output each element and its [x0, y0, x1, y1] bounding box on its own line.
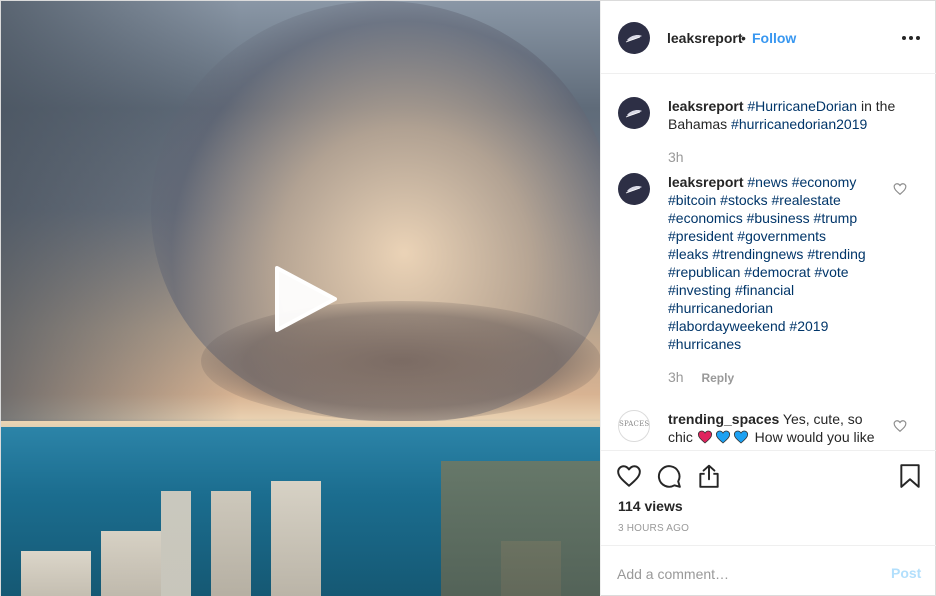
hashtag-link[interactable]: #president — [668, 228, 733, 244]
hashtag-link[interactable]: #trump — [814, 210, 858, 226]
hashtag-link[interactable]: #realestate — [772, 192, 841, 208]
hashtag-link[interactable]: #economics — [668, 210, 743, 226]
add-comment-bar: Post — [601, 545, 936, 596]
comment-username[interactable]: trending_spaces — [668, 411, 779, 427]
follow-button[interactable]: Follow — [752, 30, 796, 46]
hashtag-link[interactable]: #2019 — [789, 318, 828, 334]
post-actions: 114 views 3 HOURS AGO — [601, 450, 936, 545]
blue-heart-emoji-icon — [715, 430, 730, 444]
hashtag-link[interactable]: #stocks — [720, 192, 767, 208]
hashtag-link[interactable]: #financial — [735, 282, 794, 298]
hashtag-link[interactable]: #bitcoin — [668, 192, 716, 208]
hashtag-link[interactable]: #trendingnews — [712, 246, 803, 262]
hashtag-link[interactable]: #trending — [807, 246, 865, 262]
comment-body: #news #economy #bitcoin #stocks #realest… — [668, 174, 866, 352]
post-sidebar: leaksreport • Follow leaksreport #Hurric… — [600, 1, 936, 596]
hashtag-link[interactable]: #vote — [814, 264, 848, 280]
hashtag-link[interactable]: #republican — [668, 264, 740, 280]
hashtag-link[interactable]: #hurricanes — [668, 336, 741, 352]
caption-text: leaksreport #HurricaneDorian in the Baha… — [668, 97, 908, 133]
instagram-post: leaksreport • Follow leaksreport #Hurric… — [0, 0, 936, 596]
hashtag-link[interactable]: #HurricaneDorian — [747, 98, 857, 114]
hashtag-link[interactable]: #governments — [737, 228, 826, 244]
hashtag-link[interactable]: #leaks — [668, 246, 708, 262]
comment-time: 3h — [668, 369, 684, 385]
post-header: leaksreport • Follow — [601, 1, 936, 74]
comment-username[interactable]: leaksreport — [668, 98, 743, 114]
hashtag-link[interactable]: #hurricanedorian — [668, 300, 773, 316]
avatar-label: SPACES — [619, 420, 650, 428]
post-comment-button[interactable]: Post — [891, 565, 921, 581]
hashtag-link[interactable]: #democrat — [744, 264, 810, 280]
comment-time: 3h — [668, 149, 684, 165]
comment-icon[interactable] — [656, 463, 682, 489]
comment-text: trending_spaces Yes, cute, so chic How w… — [668, 410, 883, 450]
hashtag-link[interactable]: #labordayweekend — [668, 318, 786, 334]
post-timestamp: 3 HOURS AGO — [618, 523, 690, 534]
avatar[interactable] — [618, 97, 650, 129]
more-options-icon[interactable] — [901, 28, 921, 48]
emoji-hearts — [697, 429, 751, 445]
reply-button[interactable]: Reply — [701, 371, 734, 385]
comment-input[interactable] — [617, 564, 867, 584]
storm-cloud-base — [201, 301, 600, 421]
comments-list[interactable]: leaksreport #HurricaneDorian in the Baha… — [601, 75, 936, 450]
feather-logo-icon — [625, 110, 642, 118]
hashtag-link[interactable]: #investing — [668, 282, 731, 298]
hashtag-link[interactable]: #hurricanedorian2019 — [731, 116, 867, 132]
view-count: 114 views — [618, 498, 683, 514]
post-video[interactable] — [1, 1, 600, 596]
feather-logo-icon — [625, 35, 642, 43]
comment-text: leaksreport #news #economy #bitcoin #sto… — [668, 173, 868, 353]
hashtag-link[interactable]: #business — [747, 210, 810, 226]
like-comment-heart-icon[interactable] — [893, 419, 907, 433]
like-comment-heart-icon[interactable] — [893, 182, 907, 196]
city-skyline — [1, 441, 600, 596]
feather-logo-icon — [625, 186, 642, 194]
header-separator: • — [741, 30, 746, 46]
heart-icon[interactable] — [616, 463, 642, 489]
blue-heart-emoji-icon — [733, 430, 748, 444]
red-heart-emoji-icon — [697, 430, 712, 444]
hashtag-link[interactable]: #economy — [792, 174, 857, 190]
avatar[interactable]: SPACES — [618, 410, 650, 442]
header-username[interactable]: leaksreport — [667, 30, 742, 46]
avatar[interactable] — [618, 173, 650, 205]
avatar[interactable] — [618, 22, 650, 54]
comment-meta: 3h Reply — [668, 369, 734, 385]
share-icon[interactable] — [696, 463, 722, 489]
bookmark-icon[interactable] — [897, 463, 923, 489]
play-icon[interactable] — [271, 264, 341, 334]
comment-username[interactable]: leaksreport — [668, 174, 743, 190]
hashtag-link[interactable]: #news — [747, 174, 787, 190]
